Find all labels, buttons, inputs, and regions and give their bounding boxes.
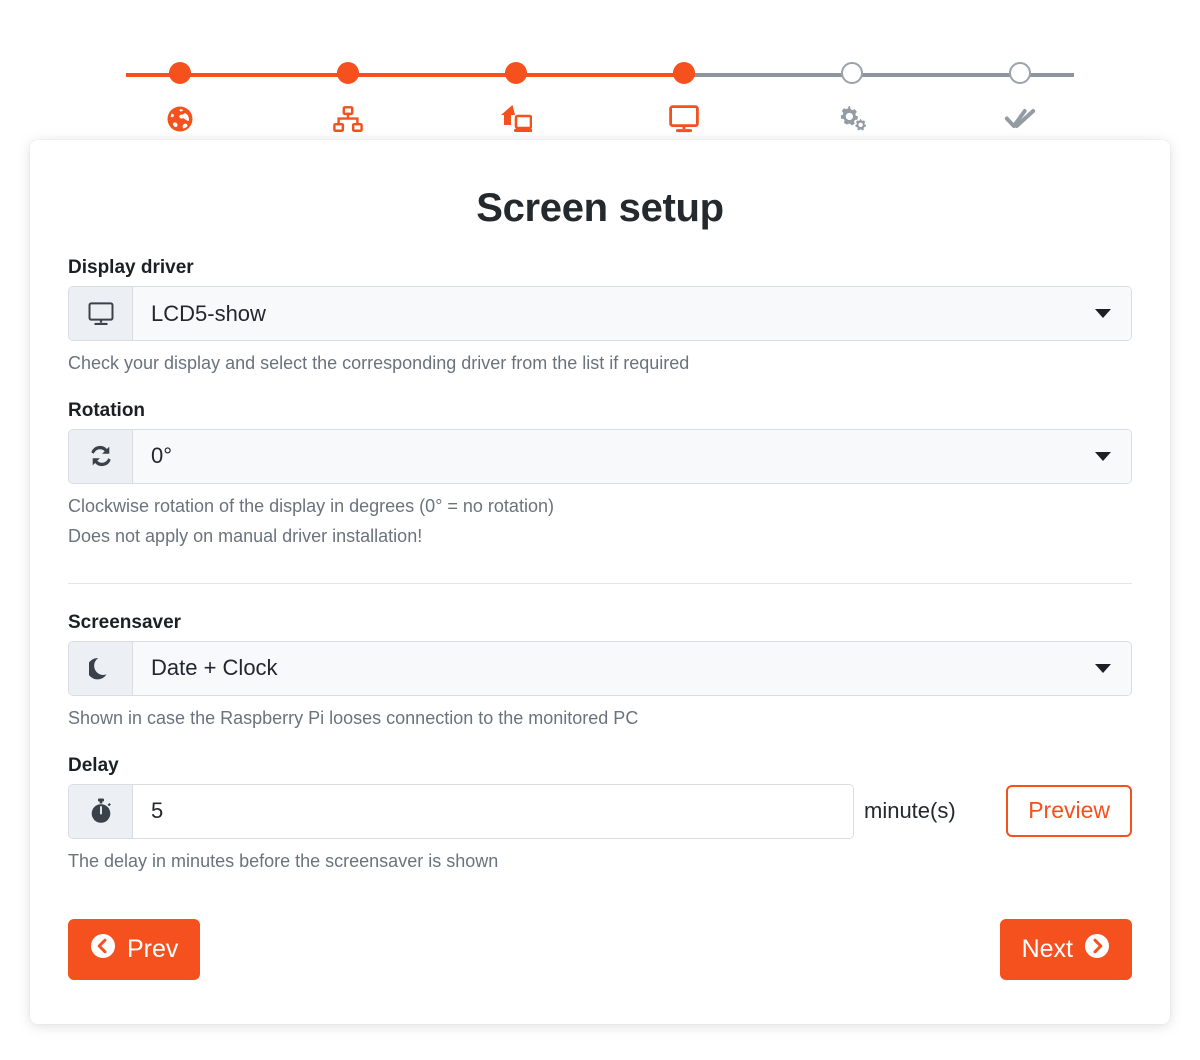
rotation-help-line1: Clockwise rotation of the display in deg… bbox=[68, 495, 554, 516]
screensaver-help: Shown in case the Raspberry Pi looses co… bbox=[68, 707, 639, 728]
step-1-internet[interactable] bbox=[96, 0, 264, 136]
delay-input-wrap: 5 bbox=[68, 783, 854, 839]
delay-input-group[interactable]: 5 bbox=[68, 783, 854, 839]
step-6-finish[interactable] bbox=[936, 0, 1104, 136]
next-button-label: Next bbox=[1021, 935, 1073, 964]
page-title: Screen setup bbox=[476, 186, 724, 230]
rotation-select[interactable]: 0° bbox=[68, 428, 1132, 484]
screen-setup-card: Screen setup Display driver LCD5-show Ch… bbox=[30, 140, 1170, 1025]
step-2-network[interactable] bbox=[264, 0, 432, 136]
cogs-icon bbox=[836, 102, 868, 136]
display-driver-value-area[interactable]: LCD5-show bbox=[133, 287, 1131, 340]
step-4-screen[interactable] bbox=[600, 0, 768, 136]
chevron-left-circle-icon bbox=[90, 933, 116, 966]
step-dot bbox=[169, 62, 191, 84]
display-driver-select[interactable]: LCD5-show bbox=[68, 286, 1132, 341]
rotate-sync-icon bbox=[69, 429, 133, 483]
double-check-icon bbox=[1004, 102, 1036, 136]
screensaver-select[interactable]: Date + Clock bbox=[68, 640, 1132, 696]
delay-unit-label: minute(s) bbox=[864, 798, 956, 824]
desktop-monitor-icon bbox=[69, 287, 133, 340]
chevron-down-icon[interactable] bbox=[1095, 663, 1111, 673]
step-3-home-computer[interactable] bbox=[432, 0, 600, 136]
moon-icon bbox=[69, 641, 133, 695]
delay-row: 5 minute(s) Preview bbox=[68, 783, 1132, 839]
step-dot bbox=[1009, 62, 1031, 84]
desktop-monitor-icon bbox=[669, 102, 699, 136]
prev-button[interactable]: Prev bbox=[68, 919, 201, 981]
setup-progress-stepper bbox=[0, 0, 1200, 140]
display-driver-value: LCD5-show bbox=[151, 300, 266, 326]
rotation-value-area[interactable]: 0° bbox=[133, 429, 1131, 483]
step-dot bbox=[841, 62, 863, 84]
display-driver-help: Check your display and select the corres… bbox=[68, 353, 690, 373]
step-dot bbox=[673, 62, 695, 84]
chevron-down-icon[interactable] bbox=[1095, 309, 1111, 318]
globe-icon bbox=[165, 102, 195, 136]
home-computer-icon bbox=[500, 102, 532, 136]
preview-button[interactable]: Preview bbox=[1006, 785, 1132, 837]
rotation-value: 0° bbox=[151, 443, 173, 469]
rotation-help-line2: Does not apply on manual driver installa… bbox=[68, 525, 423, 546]
section-divider bbox=[68, 582, 1132, 584]
chevron-down-icon[interactable] bbox=[1095, 451, 1111, 461]
screensaver-value-area[interactable]: Date + Clock bbox=[133, 641, 1131, 695]
network-sitemap-icon bbox=[333, 102, 363, 136]
delay-label: Delay bbox=[68, 754, 119, 776]
stopwatch-icon bbox=[69, 784, 133, 838]
prev-button-label: Prev bbox=[127, 935, 179, 964]
wizard-nav: Prev Next bbox=[68, 919, 1132, 981]
delay-value: 5 bbox=[151, 798, 164, 824]
delay-input[interactable]: 5 bbox=[133, 784, 853, 838]
step-5-settings[interactable] bbox=[768, 0, 936, 136]
screensaver-label: Screensaver bbox=[68, 611, 182, 633]
step-dot bbox=[337, 62, 359, 84]
display-driver-label: Display driver bbox=[68, 257, 194, 278]
screensaver-value: Date + Clock bbox=[151, 655, 278, 681]
stepper-steps bbox=[0, 0, 1200, 136]
next-button[interactable]: Next bbox=[999, 919, 1132, 981]
delay-help: The delay in minutes before the screensa… bbox=[68, 850, 499, 871]
rotation-label: Rotation bbox=[68, 399, 146, 421]
chevron-right-circle-icon bbox=[1084, 933, 1110, 966]
step-dot bbox=[505, 62, 527, 84]
